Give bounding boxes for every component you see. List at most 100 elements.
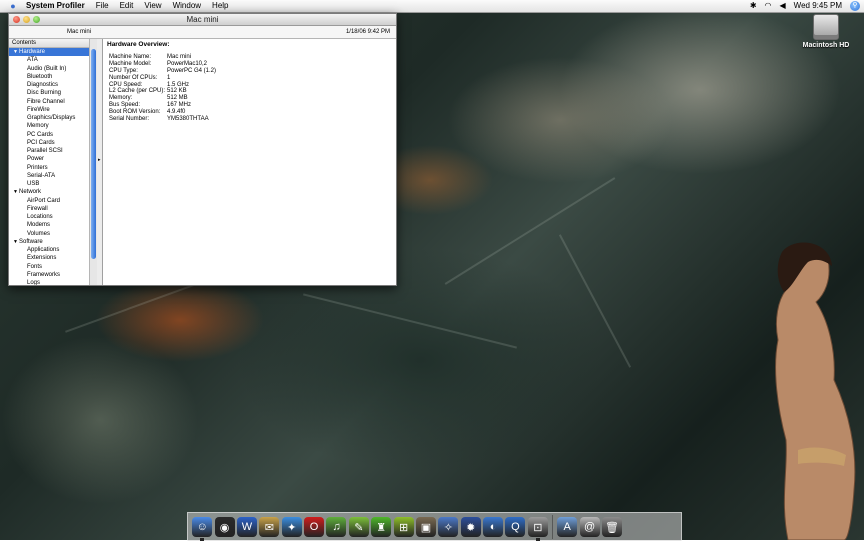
sidebar-item[interactable]: Locations: [9, 213, 89, 221]
sidebar-item[interactable]: Fonts: [9, 263, 89, 271]
sidebar-group-network[interactable]: ▼Network: [9, 188, 89, 196]
mail-icon[interactable]: ✉: [259, 517, 280, 537]
sidebar-list: ▼Hardware ATA Audio (Built In) Bluetooth Dia…: [9, 48, 89, 285]
sidebar-scrollbar[interactable]: [89, 39, 97, 285]
wallpaper-shard: [444, 177, 616, 285]
sidebar-item[interactable]: PCI Cards: [9, 139, 89, 147]
sidebar-item[interactable]: Disc Burning: [9, 89, 89, 97]
menu-view[interactable]: View: [144, 0, 161, 12]
overview-key: L2 Cache (per CPU):: [109, 88, 166, 95]
overview-row: Machine Name: Mac mini: [107, 54, 392, 61]
itunes-icon[interactable]: ♫: [326, 517, 347, 537]
sidebar-item[interactable]: FireWire: [9, 106, 89, 114]
wallpaper-figure-image: [775, 242, 856, 540]
overview-row: Serial Number: YM5380THTAA: [107, 116, 392, 123]
sidebar-item[interactable]: Volumes: [9, 230, 89, 238]
bluetooth-icon[interactable]: ✱: [750, 0, 757, 12]
text-editor-icon[interactable]: ✎: [348, 517, 369, 537]
sidebar-group-label: Network: [19, 189, 42, 196]
finder-icon[interactable]: ☺: [192, 517, 213, 541]
system-profiler-window[interactable]: Mac mini Mac mini 1/18/06 9:42 PM Conten…: [8, 13, 397, 286]
sidebar-item[interactable]: Fibre Channel: [9, 98, 89, 106]
sidebar-item[interactable]: Firewall: [9, 205, 89, 213]
menu-app-name[interactable]: System Profiler: [26, 0, 85, 12]
iphoto-icon[interactable]: ▣: [415, 517, 436, 537]
splitter-handle-icon[interactable]: ▸: [98, 157, 101, 163]
sidebar-item[interactable]: Graphics/Displays: [9, 114, 89, 122]
overview-key: Memory:: [109, 95, 133, 102]
dock-separator: [552, 515, 553, 539]
chess-icon[interactable]: ♜: [371, 517, 392, 537]
overview-row: Machine Model: PowerMac10,2: [107, 61, 392, 68]
overview-value: 1: [167, 74, 171, 81]
overview-key: CPU Speed:: [109, 81, 143, 88]
sidebar-item[interactable]: Diagnostics: [9, 81, 89, 89]
sidebar-group-software[interactable]: ▼Software: [9, 238, 89, 246]
safari-icon[interactable]: ✦: [281, 517, 302, 537]
sidebar-item[interactable]: ATA: [9, 56, 89, 64]
overview-value: Mac mini: [167, 54, 192, 60]
sidebar-item[interactable]: Extensions: [9, 254, 89, 262]
sidebar-header: Contents: [9, 39, 89, 48]
overview-key: Machine Model:: [109, 60, 152, 67]
messenger-icon[interactable]: ◐: [483, 517, 504, 537]
wifi-icon[interactable]: ◠: [765, 0, 772, 12]
desktop-hd-icon[interactable]: Macintosh HD: [798, 14, 854, 49]
network-globe-icon[interactable]: ✧: [438, 517, 459, 537]
hardware-overview-list: Machine Name: Mac mini Machine Model: Power…: [107, 54, 392, 123]
overview-key: Boot ROM Version:: [109, 109, 161, 116]
word-icon[interactable]: W: [236, 517, 257, 537]
overview-value: PowerPC G4 (1.2): [167, 67, 217, 74]
sidebar-item[interactable]: Logs: [9, 279, 89, 285]
sidebar-group-hardware[interactable]: ▼Hardware: [9, 48, 89, 57]
menu-clock[interactable]: Wed 9:45 PM: [794, 0, 842, 12]
scrollbar-thumb[interactable]: [91, 49, 96, 259]
overview-value: YM5380THTAA: [167, 116, 209, 123]
sidebar-item[interactable]: Bluetooth: [9, 73, 89, 81]
close-button[interactable]: [13, 16, 20, 23]
overview-key: Bus Speed:: [109, 102, 141, 109]
overview-value: 1.5 GHz: [167, 81, 190, 88]
machine-label: Mac mini: [67, 29, 92, 35]
menu-edit[interactable]: Edit: [120, 0, 134, 12]
window-titlebar[interactable]: Mac mini: [9, 14, 396, 26]
sidebar-item[interactable]: Parallel SCSI: [9, 147, 89, 155]
quicktime-icon[interactable]: Q: [505, 517, 526, 537]
sidebar-item[interactable]: Applications: [9, 246, 89, 254]
apple-menu-icon[interactable]: ●: [8, 0, 18, 12]
menu-file[interactable]: File: [96, 0, 109, 12]
sidebar-item[interactable]: AirPort Card: [9, 197, 89, 205]
detail-pane: Hardware Overview: Machine Name: Mac mini…: [103, 39, 396, 285]
menu-help[interactable]: Help: [212, 0, 228, 12]
applications-folder-icon[interactable]: A: [557, 517, 578, 537]
sidebar-item[interactable]: Modems: [9, 221, 89, 229]
overview-value: 512 KB: [167, 88, 187, 95]
sidebar-item[interactable]: USB: [9, 180, 89, 188]
volume-icon[interactable]: ◀: [780, 0, 786, 12]
sidebar-item[interactable]: Frameworks: [9, 271, 89, 279]
overview-key: Machine Name:: [109, 54, 152, 60]
trash-icon[interactable]: 🗑: [601, 517, 622, 537]
dashboard-icon[interactable]: ◉: [214, 517, 235, 537]
zoom-button[interactable]: [33, 16, 40, 23]
overview-row: Number Of CPUs: 1: [107, 75, 392, 82]
split-divider[interactable]: ▸: [97, 39, 103, 285]
spotlight-icon[interactable]: ⚲: [850, 1, 860, 11]
network-utility-icon[interactable]: ⊞: [393, 517, 414, 537]
sidebar-item[interactable]: Memory: [9, 122, 89, 130]
overview-key: CPU Type:: [109, 67, 138, 74]
downloads-icon[interactable]: @: [579, 517, 600, 537]
overview-value: 167 MHz: [167, 102, 192, 109]
imovie-icon[interactable]: ✹: [460, 517, 481, 537]
sidebar-item[interactable]: Printers: [9, 164, 89, 172]
overview-value: 4.9.4f0: [167, 109, 186, 116]
sidebar-item[interactable]: PC Cards: [9, 131, 89, 139]
sidebar-item[interactable]: Serial-ATA: [9, 172, 89, 180]
system-profiler-icon[interactable]: ⊡: [527, 517, 548, 541]
minimize-button[interactable]: [23, 16, 30, 23]
sidebar-item[interactable]: Audio (Built In): [9, 65, 89, 73]
opera-icon[interactable]: O: [304, 517, 325, 537]
menu-window[interactable]: Window: [173, 0, 201, 12]
sidebar-item[interactable]: Power: [9, 155, 89, 163]
hard-disk-icon[interactable]: [813, 14, 839, 40]
